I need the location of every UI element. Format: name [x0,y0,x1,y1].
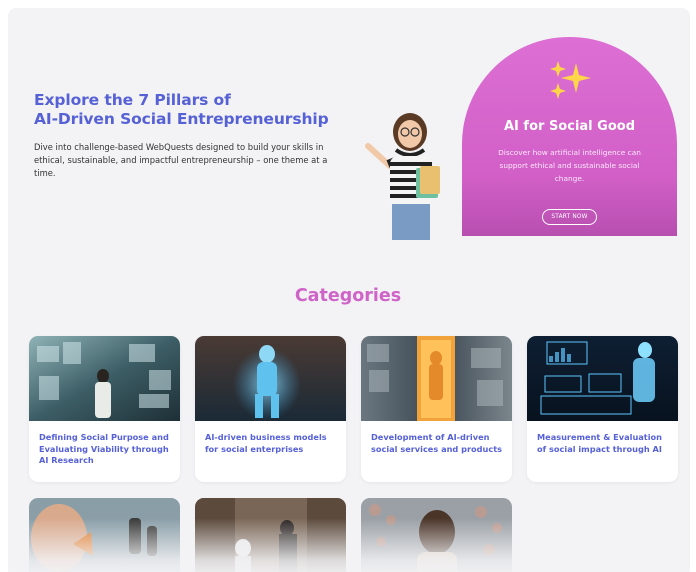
hero-title-line1: Explore the 7 Pillars of [34,91,231,109]
category-title: Defining Social Purpose and Evaluating V… [39,432,169,465]
feature-title: AI for Social Good [504,119,635,134]
category-image-business-models [195,336,346,421]
hero-title-line2: AI-Driven Social Entrepreneurship [34,110,329,128]
category-card-6[interactable] [195,498,346,572]
category-image-services-products [361,336,512,421]
categories-heading: Categories [294,286,402,306]
fade-overlay [361,518,512,572]
category-card-2[interactable]: AI-driven business models for social ent… [195,336,346,482]
category-card-7[interactable] [361,498,512,572]
feature-description: Discover how artificial intelligence can… [498,148,641,183]
category-title: AI-driven business models for social ent… [205,432,327,454]
category-image-research [29,336,180,421]
hero-description: Dive into challenge-based WebQuests desi… [34,142,328,178]
fade-overlay [29,518,180,572]
category-card-5[interactable] [29,498,180,572]
ai-social-good-card[interactable]: AI for Social Good Discover how artifici… [462,37,677,236]
hero-title: Explore the 7 Pillars of AI-Driven Socia… [34,91,334,129]
category-card-1[interactable]: Defining Social Purpose and Evaluating V… [29,336,180,482]
category-image-impact-measurement [527,336,678,421]
category-card-4[interactable]: Measurement & Evaluation of social impac… [527,336,678,482]
student-illustration [365,113,440,240]
sparkles-icon [550,61,591,99]
fade-overlay [195,518,346,572]
category-title: Development of AI-driven social services… [371,432,502,454]
category-title: Measurement & Evaluation of social impac… [537,432,662,454]
category-card-3[interactable]: Development of AI-driven social services… [361,336,512,482]
start-now-button[interactable]: START NOW [542,209,597,225]
